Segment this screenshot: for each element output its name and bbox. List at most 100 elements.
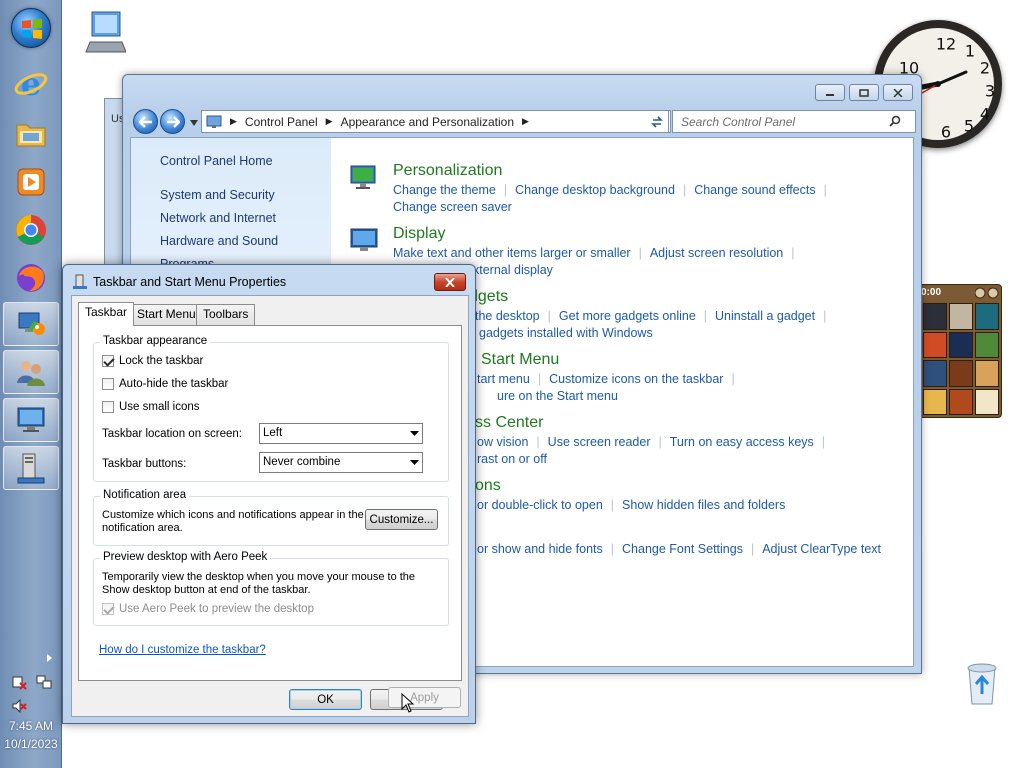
category-title[interactable]: ss Center — [475, 414, 543, 432]
recent-pages-dropdown-icon[interactable] — [189, 118, 199, 128]
link-change-theme[interactable]: Change the theme — [393, 183, 496, 197]
puzzle-tile[interactable] — [949, 360, 973, 387]
apply-button[interactable]: Apply — [388, 687, 461, 708]
puzzle-tile[interactable] — [975, 303, 999, 330]
forward-button[interactable] — [160, 109, 185, 134]
breadcrumb-separator-icon[interactable]: ▶ — [522, 116, 529, 127]
link-font-settings[interactable]: Change Font Settings — [622, 542, 743, 556]
ok-button[interactable]: OK — [289, 689, 362, 710]
puzzle-tile[interactable] — [923, 360, 947, 387]
link-change-sound-effects[interactable]: Change sound effects — [694, 183, 815, 197]
dialog-close-button[interactable] — [434, 273, 466, 291]
small-icons-checkbox[interactable] — [102, 401, 114, 413]
taskbar-buttons-select[interactable]: Never combine — [259, 452, 423, 473]
link-text-size[interactable]: Make text and other items larger or smal… — [393, 246, 631, 260]
puzzle-controls-icon[interactable] — [975, 287, 999, 299]
link-screen-reader[interactable]: Use screen reader — [548, 435, 651, 449]
back-button[interactable] — [133, 109, 158, 134]
tab-toolbars[interactable]: Toolbars — [196, 304, 256, 325]
category-title[interactable]: ons — [475, 477, 501, 495]
link-high-contrast[interactable]: rast on or off — [477, 452, 547, 466]
puzzle-tile[interactable] — [975, 360, 999, 387]
puzzle-tile[interactable] — [975, 388, 999, 415]
lock-taskbar-label[interactable]: Lock the taskbar — [119, 355, 203, 367]
category-title[interactable]: Display — [393, 225, 445, 243]
taskbar-properties-button[interactable] — [3, 446, 59, 490]
breadcrumb-appearance[interactable]: Appearance and Personalization — [341, 115, 514, 129]
customize-button[interactable]: Customize... — [365, 509, 438, 530]
start-button[interactable] — [11, 8, 51, 48]
volume-muted-icon[interactable] — [11, 698, 27, 714]
breadcrumb-control-panel[interactable]: Control Panel — [245, 115, 318, 129]
puzzle-tile[interactable] — [923, 331, 947, 358]
clock-time[interactable]: 7:45 AM — [0, 719, 62, 733]
clock-date[interactable]: 10/1/2023 — [0, 737, 62, 751]
link-low-vision[interactable]: ow vision — [477, 435, 528, 449]
link-external-display[interactable]: xternal display — [473, 263, 553, 277]
user-accounts-button[interactable] — [3, 350, 59, 394]
link-customize-start[interactable]: tart menu — [477, 372, 530, 386]
refresh-button[interactable] — [646, 110, 669, 133]
link-preview-fonts[interactable]: or show and hide fonts — [477, 542, 603, 556]
picture-puzzle-gadget[interactable]: 0:00 — [918, 284, 1002, 418]
sidebar-item-hardware-sound[interactable]: Hardware and Sound — [160, 234, 278, 248]
link-change-background[interactable]: Change desktop background — [515, 183, 675, 197]
firefox-button[interactable] — [3, 256, 59, 300]
control-panel-button[interactable] — [3, 302, 59, 346]
autohide-label[interactable]: Auto-hide the taskbar — [119, 378, 228, 390]
internet-explorer-button[interactable]: e — [3, 62, 59, 106]
sidebar-home-link[interactable]: Control Panel Home — [160, 154, 273, 168]
help-link[interactable]: How do I customize the taskbar? — [99, 644, 266, 656]
aero-peek-checkbox[interactable] — [102, 603, 114, 615]
sidebar-item-system-security[interactable]: System and Security — [160, 188, 275, 202]
aero-peek-label[interactable]: Use Aero Peek to preview the desktop — [119, 603, 314, 615]
network-icon[interactable] — [36, 674, 52, 690]
puzzle-tile[interactable] — [975, 331, 999, 358]
close-button[interactable] — [883, 84, 913, 101]
maximize-button[interactable] — [849, 84, 879, 101]
desktop-icon-computer[interactable] — [72, 8, 136, 53]
link-change-screen-saver[interactable]: Change screen saver — [393, 200, 512, 214]
puzzle-grid[interactable] — [923, 303, 999, 415]
link-easy-access-keys[interactable]: Turn on easy access keys — [670, 435, 814, 449]
autohide-checkbox[interactable] — [102, 378, 114, 390]
link-add-gadgets[interactable]: the desktop — [475, 309, 540, 323]
chrome-button[interactable] — [3, 208, 59, 252]
action-center-icon[interactable] — [11, 674, 27, 690]
windows-explorer-button[interactable] — [3, 112, 59, 156]
link-uninstall-gadget[interactable]: Uninstall a gadget — [715, 309, 815, 323]
tab-start-menu[interactable]: Start Menu — [130, 304, 203, 325]
puzzle-tile[interactable] — [923, 303, 947, 330]
sidebar-item-network[interactable]: Network and Internet — [160, 211, 276, 225]
category-title[interactable]: Start Menu — [481, 351, 559, 369]
display-button[interactable] — [3, 398, 59, 442]
puzzle-tile[interactable] — [949, 303, 973, 330]
aero-peek-option[interactable]: Use Aero Peek to preview the desktop — [102, 603, 314, 615]
link-change-start-picture[interactable]: ure on the Start menu — [497, 389, 618, 403]
small-icons-label[interactable]: Use small icons — [119, 401, 200, 413]
breadcrumb-separator-icon[interactable]: ▶ — [326, 116, 333, 127]
link-restore-gadgets[interactable]: gadgets installed with Windows — [479, 326, 653, 340]
address-bar[interactable]: ▶ Control Panel ▶ Appearance and Persona… — [201, 110, 671, 133]
puzzle-tile[interactable] — [923, 388, 947, 415]
link-single-double-click[interactable]: or double-click to open — [477, 498, 603, 512]
taskbar-properties-dialog[interactable]: Taskbar and Start Menu Properties Taskba… — [62, 264, 476, 724]
small-icons-option[interactable]: Use small icons — [102, 401, 200, 413]
link-more-gadgets[interactable]: Get more gadgets online — [559, 309, 696, 323]
category-title[interactable]: Personalization — [393, 162, 502, 180]
puzzle-tile[interactable] — [949, 388, 973, 415]
lock-taskbar-option[interactable]: Lock the taskbar — [102, 355, 203, 367]
taskbar-location-select[interactable]: Left — [259, 423, 423, 444]
breadcrumb-separator-icon[interactable]: ▶ — [230, 116, 237, 127]
link-customize-taskbar-icons[interactable]: Customize icons on the taskbar — [549, 372, 723, 386]
search-icon[interactable] — [889, 115, 901, 127]
puzzle-tile[interactable] — [949, 331, 973, 358]
search-input[interactable] — [672, 110, 916, 133]
link-screen-resolution[interactable]: Adjust screen resolution — [650, 246, 783, 260]
tab-taskbar[interactable]: Taskbar — [78, 302, 135, 326]
media-player-button[interactable] — [3, 160, 59, 204]
desktop-icon-recycle-bin[interactable] — [950, 660, 1014, 709]
link-cleartype[interactable]: Adjust ClearType text — [762, 542, 881, 556]
show-hidden-icons-arrow-icon[interactable] — [42, 650, 58, 666]
lock-taskbar-checkbox[interactable] — [102, 355, 114, 367]
